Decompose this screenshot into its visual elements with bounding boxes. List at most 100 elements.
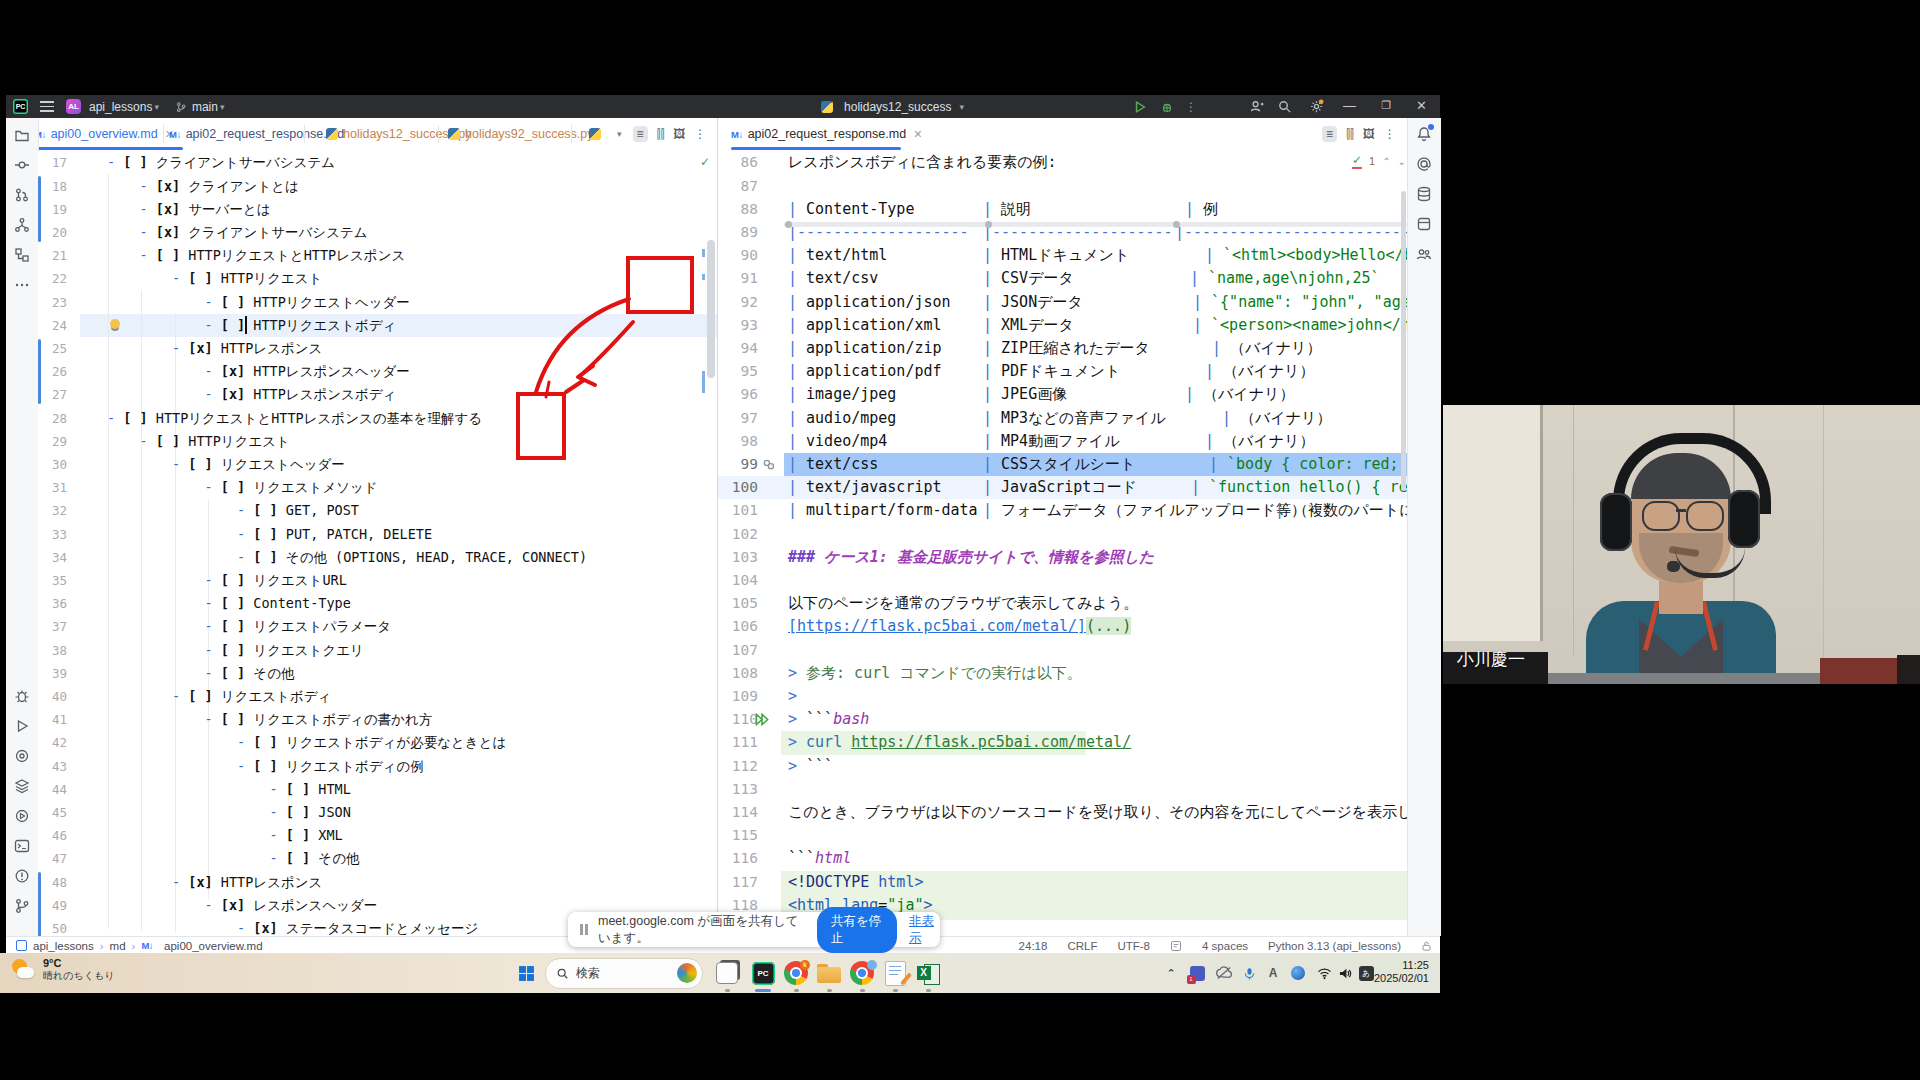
- editor-line[interactable]: 26 - [x] HTTPレスポンスヘッダー: [38, 360, 717, 383]
- editor-line[interactable]: 98| video/mp4| MP4動画ファイル| （バイナリ）: [718, 430, 1407, 453]
- editor-line[interactable]: 97| audio/mpeg| MP3などの音声ファイル| （バイナリ）: [718, 407, 1407, 430]
- editor-line[interactable]: 110> ```bash: [718, 708, 1407, 731]
- editor-line[interactable]: 24 - [ ] HTTPリクエストボディ: [38, 314, 717, 337]
- branch-name[interactable]: main: [192, 100, 218, 114]
- editor-line[interactable]: 42 - [ ] リクエストボディが必要なときとは: [38, 731, 717, 754]
- editor-line[interactable]: 87: [718, 175, 1407, 198]
- editor-line[interactable]: 32 - [ ] GET, POST: [38, 499, 717, 522]
- editor-line[interactable]: 99| text/css| CSSスタイルシート| `body { color:…: [718, 453, 1407, 476]
- run-code-block-icon[interactable]: [754, 712, 770, 727]
- editor-line[interactable]: 94| application/zip| ZIP圧縮されたデータ| （バイナリ）: [718, 337, 1407, 360]
- tray-copilot-icon[interactable]: [1287, 962, 1309, 984]
- view-editor-only-icon[interactable]: ≡: [1322, 126, 1337, 142]
- editor-line[interactable]: 48 - [x] HTTPレスポンス: [38, 871, 717, 894]
- close-button[interactable]: ✕: [1416, 98, 1427, 113]
- taskbar-clock[interactable]: 11:252025/02/01: [1374, 959, 1429, 985]
- tab-api02_request_response.md[interactable]: M↓api02_request_response.md: [169, 118, 344, 150]
- status-item[interactable]: 4 spaces: [1202, 940, 1248, 952]
- stripe-database-icon[interactable]: [1416, 186, 1432, 202]
- more-actions-icon[interactable]: ⋮: [1185, 100, 1197, 114]
- editor-line[interactable]: 43 - [ ] リクエストボディの例: [38, 755, 717, 778]
- editor-line[interactable]: 95| application/pdf| PDFドキュメント| （バイナリ）: [718, 360, 1407, 383]
- activity-folder-icon[interactable]: [14, 127, 30, 143]
- stripe-people-icon[interactable]: [1416, 246, 1432, 262]
- status-item[interactable]: Python 3.13 (api_lessons): [1268, 940, 1401, 952]
- editor-line[interactable]: 105以下のページを通常のブラウザで表示してみよう。: [718, 592, 1407, 615]
- project-name[interactable]: api_lessons: [89, 100, 152, 114]
- activity-problems-icon[interactable]: [14, 868, 30, 884]
- editor-line[interactable]: 117<!DOCTYPE html>: [718, 871, 1407, 894]
- editor-line[interactable]: 92| application/json| JSONデータ| `{"name":…: [718, 291, 1407, 314]
- editor-line[interactable]: 114このとき、ブラウザは以下のソースコードを受け取り、その内容を元にしてページ…: [718, 801, 1407, 824]
- editor-line[interactable]: 113: [718, 778, 1407, 801]
- gutter-users-icon[interactable]: [762, 458, 775, 471]
- editor-line[interactable]: 102: [718, 523, 1407, 546]
- editor-line[interactable]: 86レスポンスボディに含まれる要素の例:: [718, 151, 1407, 174]
- editor-line[interactable]: 107: [718, 639, 1407, 662]
- search-icon[interactable]: [1277, 99, 1292, 114]
- editor-line[interactable]: 38 - [ ] リクエストクエリ: [38, 639, 717, 662]
- editor-line[interactable]: 45 - [ ] JSON: [38, 801, 717, 824]
- editor-line[interactable]: 93| application/xml| XMLデータ| `<person><n…: [718, 314, 1407, 337]
- tray-teams-icon[interactable]: 1: [1186, 962, 1208, 984]
- editor-line[interactable]: 19 - [x] サーバーとは: [38, 198, 717, 221]
- editor-line[interactable]: 30 - [ ] リクエストヘッダー: [38, 453, 717, 476]
- tray-wifi-icon[interactable]: [1313, 962, 1335, 984]
- tab-api02_request_response.md[interactable]: M↓api02_request_response.md✕: [731, 118, 922, 150]
- view-editor-only-icon[interactable]: ≡: [633, 126, 648, 142]
- inspections-widget[interactable]: ✓1⌃⌄: [1352, 153, 1406, 169]
- run-config-name[interactable]: holidays12_success: [844, 100, 951, 114]
- taskbar-app-taskview[interactable]: [712, 958, 742, 988]
- editor-line[interactable]: 29 - [ ] HTTPリクエスト: [38, 430, 717, 453]
- breadcrumb[interactable]: api_lessons›md›M↓api00_overview.md: [16, 940, 263, 952]
- taskbar-app-chrome-k[interactable]: k: [781, 958, 811, 988]
- activity-services-icon[interactable]: [14, 748, 30, 764]
- debug-button[interactable]: [1160, 100, 1174, 114]
- status-item[interactable]: CRLF: [1067, 940, 1097, 952]
- activity-graph-icon[interactable]: [14, 217, 30, 233]
- tray-volume-icon[interactable]: [1334, 962, 1356, 984]
- editor-line[interactable]: 90| text/html| HTMLドキュメント| `<html><body>…: [718, 244, 1407, 267]
- stripe-box-icon[interactable]: [1416, 216, 1432, 232]
- editor-line[interactable]: 20 - [x] クライアントサーバシステム: [38, 221, 717, 244]
- editor-line[interactable]: 47 - [ ] その他: [38, 847, 717, 870]
- breadcrumb-item[interactable]: api00_overview.md: [164, 940, 262, 952]
- editor-line[interactable]: 21 - [ ] HTTPリクエストとHTTPレスポンス: [38, 244, 717, 267]
- editor-line[interactable]: 36 - [ ] Content-Type: [38, 592, 717, 615]
- editor-line[interactable]: 88| Content-Type| 説明| 例: [718, 198, 1407, 221]
- editor-line[interactable]: 101| multipart/form-data| フォームデータ（ファイルアッ…: [718, 499, 1407, 522]
- editor-right-pane[interactable]: 86レスポンスボディに含まれる要素の例:8788| Content-Type| …: [718, 151, 1407, 936]
- minimize-button[interactable]: —: [1343, 98, 1356, 113]
- editor-line[interactable]: 46 - [ ] XML: [38, 824, 717, 847]
- activity-vcs-icon[interactable]: [14, 187, 30, 203]
- view-preview-icon[interactable]: 🖼: [673, 127, 685, 141]
- main-menu-icon[interactable]: [40, 101, 54, 112]
- activity-terminal-icon[interactable]: [14, 838, 30, 854]
- stripe-at-icon[interactable]: [1416, 156, 1432, 172]
- editor-line[interactable]: 33 - [ ] PUT, PATCH, DELETE: [38, 523, 717, 546]
- stop-sharing-button[interactable]: 共有を停止: [817, 907, 897, 953]
- more-options-icon[interactable]: ⋮: [694, 127, 706, 141]
- stripe-bell-icon[interactable]: [1416, 126, 1432, 142]
- editor-line[interactable]: 109>: [718, 685, 1407, 708]
- tray-ime-a-icon[interactable]: A: [1262, 962, 1284, 984]
- taskbar-app-notepad[interactable]: [880, 958, 910, 988]
- restore-button[interactable]: ❐: [1381, 99, 1391, 112]
- activity-layers-icon[interactable]: [14, 778, 30, 794]
- hide-link[interactable]: 非表示: [909, 913, 940, 947]
- editor-line[interactable]: 103### ケース1: 基金足販売サイトで、情報を参照した: [718, 546, 1407, 569]
- editor-line[interactable]: 106[https://flask.pc5bai.com/metal/](...…: [718, 615, 1407, 638]
- tray-onedrive-icon[interactable]: [1213, 962, 1235, 984]
- activity-gitbranch-icon[interactable]: [14, 898, 30, 914]
- editor-line[interactable]: 96| image/jpeg| JPEG画像| （バイナリ）: [718, 383, 1407, 406]
- activity-commit-icon[interactable]: [14, 157, 30, 173]
- tray-chevron-icon[interactable]: ⌃: [1160, 962, 1182, 984]
- editor-line[interactable]: 37 - [ ] リクエストパラメータ: [38, 615, 717, 638]
- editor-line[interactable]: 18 - [x] クライアントとは: [38, 175, 717, 198]
- taskbar-app-pycharm[interactable]: PC: [748, 958, 778, 988]
- view-preview-icon[interactable]: 🖼: [1363, 127, 1375, 141]
- editor-line[interactable]: 27 - [x] HTTPレスポンスボディ: [38, 383, 717, 406]
- pycharm-logo-icon[interactable]: PC: [13, 99, 28, 114]
- tray-mic-icon[interactable]: [1238, 962, 1260, 984]
- editor-line[interactable]: 91| text/csv| CSVデータ| `name,age\njohn,25…: [718, 267, 1407, 290]
